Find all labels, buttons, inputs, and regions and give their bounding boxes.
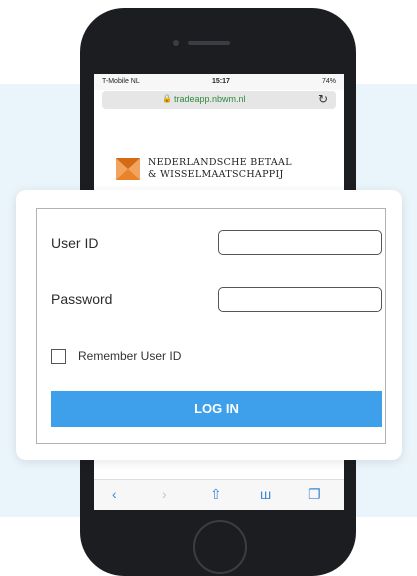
brand-logo bbox=[116, 158, 140, 180]
remember-user-id-label: Remember User ID bbox=[78, 349, 182, 363]
browser-toolbar: ‹ › ⇧ ш ❐ bbox=[94, 479, 344, 510]
carrier-label: T-Mobile NL bbox=[102, 78, 140, 85]
lock-icon: 🔒 bbox=[162, 94, 172, 103]
address-bar[interactable]: 🔒 tradeapp.nbwm.nl ↻ bbox=[102, 91, 336, 109]
earpiece-speaker bbox=[188, 41, 230, 45]
user-id-label: User ID bbox=[51, 235, 99, 251]
back-icon[interactable]: ‹ bbox=[112, 486, 117, 502]
url-text: tradeapp.nbwm.nl bbox=[174, 94, 246, 104]
forward-icon[interactable]: › bbox=[162, 486, 167, 502]
brand-name-line1: NEDERLANDSCHE BETAAL bbox=[148, 157, 292, 168]
battery-level: 74% bbox=[321, 78, 336, 85]
remember-user-id-checkbox[interactable] bbox=[51, 349, 66, 364]
password-label: Password bbox=[51, 291, 113, 307]
reload-icon[interactable]: ↻ bbox=[318, 92, 328, 106]
brand-header: NEDERLANDSCHE BETAAL & WISSELMAATSCHAPPI… bbox=[116, 156, 336, 190]
brand-name-line2: & WISSELMAATSCHAPPIJ bbox=[148, 169, 284, 180]
status-time: 15:17 bbox=[212, 78, 230, 85]
tabs-icon[interactable]: ❐ bbox=[308, 486, 321, 503]
status-bar: T-Mobile NL 15:17 74% bbox=[94, 74, 344, 90]
share-icon[interactable]: ⇧ bbox=[210, 486, 222, 503]
home-button[interactable] bbox=[193, 520, 247, 574]
login-button[interactable]: LOG IN bbox=[51, 391, 382, 427]
bookmarks-icon[interactable]: ш bbox=[260, 486, 271, 502]
front-camera bbox=[173, 40, 179, 46]
user-id-input[interactable] bbox=[218, 230, 382, 255]
password-input[interactable] bbox=[218, 287, 382, 312]
